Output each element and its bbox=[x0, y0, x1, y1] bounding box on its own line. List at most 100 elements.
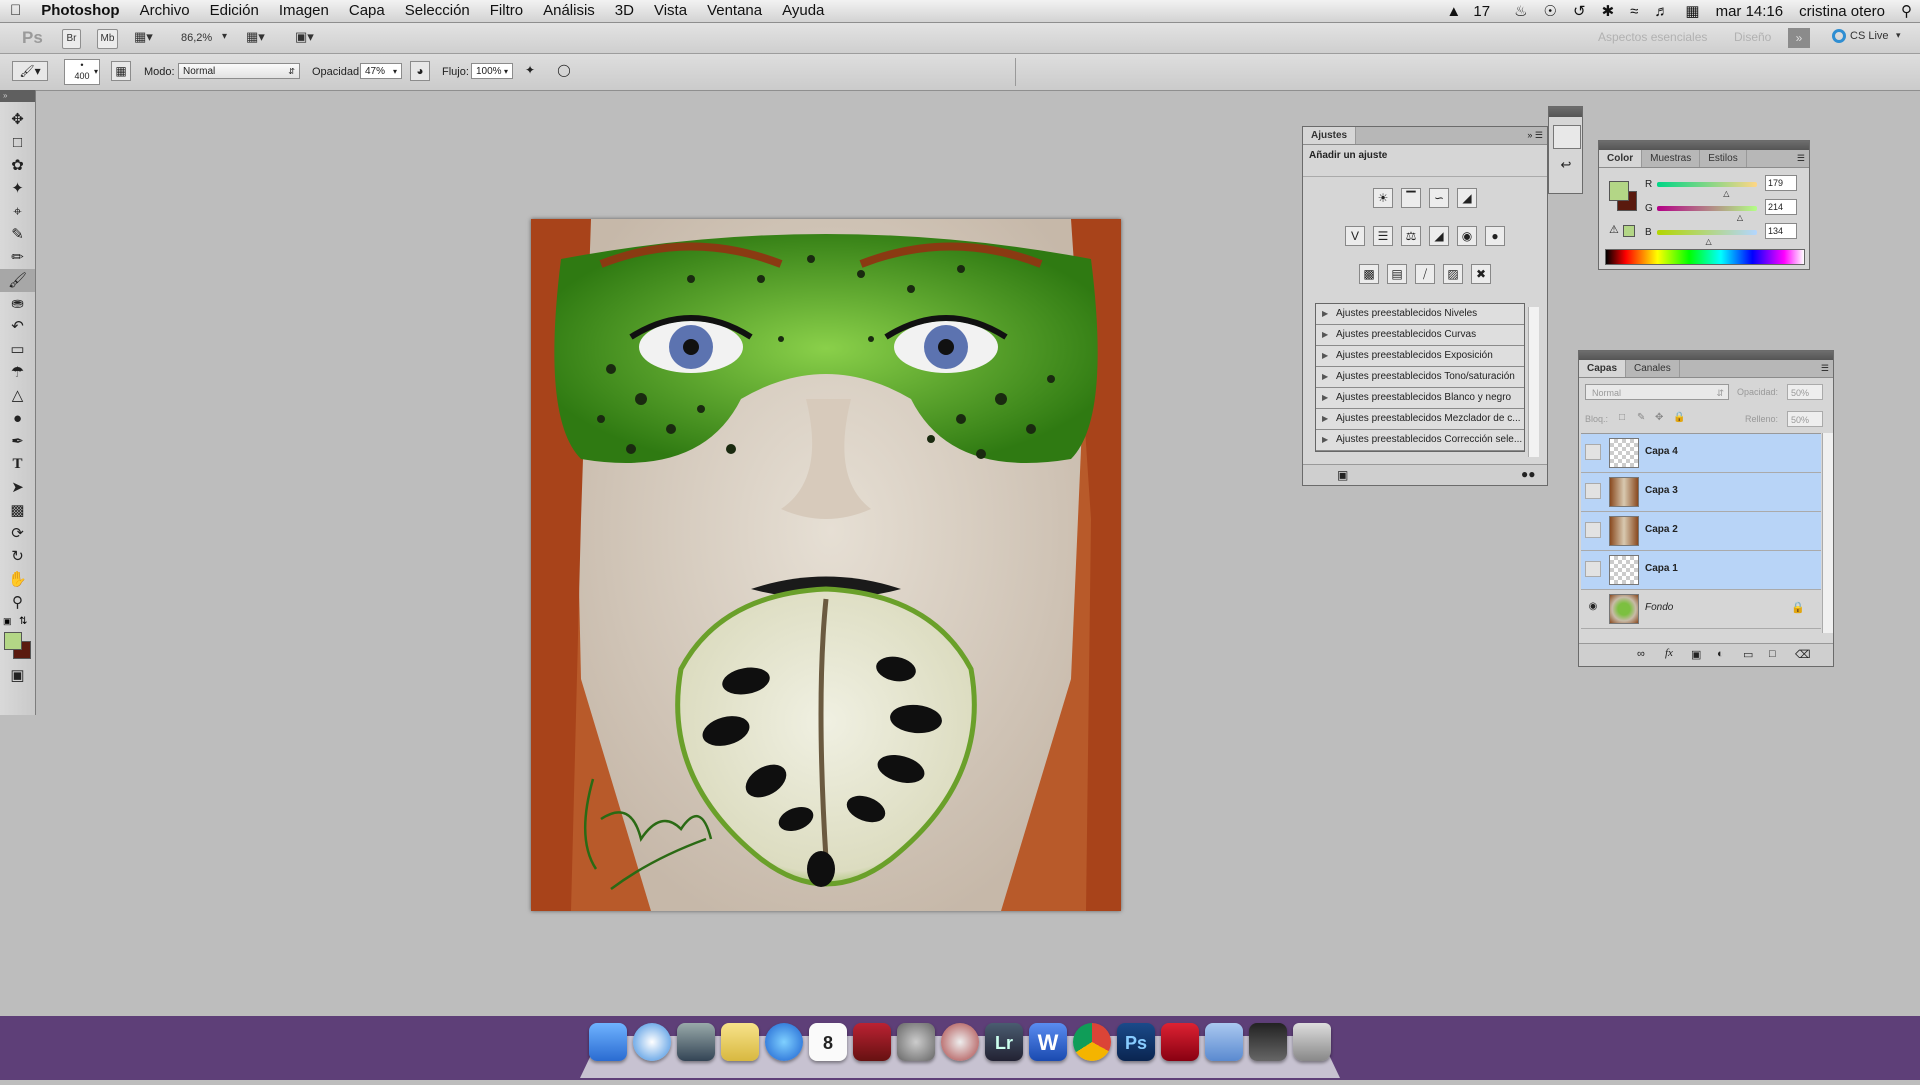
mini-bridge-button[interactable]: Mb bbox=[97, 29, 118, 49]
exposure-icon[interactable]: ◢ bbox=[1457, 188, 1477, 208]
selective-color-icon[interactable]: ✖ bbox=[1471, 264, 1491, 284]
layer-row[interactable]: ◉ Fondo 🔒 bbox=[1581, 590, 1821, 629]
menu-seleccion[interactable]: Selección bbox=[395, 0, 480, 22]
notes-icon[interactable] bbox=[721, 1023, 759, 1061]
tab-ajustes[interactable]: Ajustes bbox=[1303, 127, 1357, 144]
word-icon[interactable]: W bbox=[1029, 1023, 1067, 1061]
airbrush-icon[interactable]: ✦ bbox=[520, 61, 540, 81]
color-foreground-swatch[interactable] bbox=[1609, 181, 1629, 201]
gamut-warning-icon[interactable]: ⚠ bbox=[1609, 223, 1619, 236]
tab-estilos[interactable]: Estilos bbox=[1700, 150, 1747, 167]
blend-mode-select[interactable]: Normal ⇵ bbox=[1585, 384, 1729, 400]
wifi-icon[interactable]: ≈ bbox=[1622, 3, 1646, 20]
new-group-icon[interactable]: ▭ bbox=[1743, 648, 1753, 661]
invert-icon[interactable]: ▩ bbox=[1359, 264, 1379, 284]
r-value[interactable]: 179 bbox=[1765, 175, 1797, 191]
swap-colors-icon[interactable]: ⇅ bbox=[19, 616, 27, 627]
lock-transparency-icon[interactable]: □ bbox=[1619, 412, 1625, 423]
photoshop-icon[interactable]: Ps bbox=[1117, 1023, 1155, 1061]
b-slider[interactable] bbox=[1657, 230, 1757, 235]
layer-row[interactable]: Capa 1 bbox=[1581, 551, 1821, 590]
lock-position-icon[interactable]: ✥ bbox=[1655, 412, 1663, 423]
facetime-icon[interactable] bbox=[677, 1023, 715, 1061]
preview-icon[interactable] bbox=[1249, 1023, 1287, 1061]
spotlight-icon[interactable]: ⚲ bbox=[1893, 2, 1920, 20]
layer-opacity-field[interactable]: 50% bbox=[1787, 384, 1823, 400]
r-slider-thumb[interactable]: △ bbox=[1723, 189, 1729, 198]
blur-tool-icon[interactable]: △ bbox=[0, 384, 35, 407]
lock-all-icon[interactable]: 🔒 bbox=[1673, 412, 1685, 423]
channel-mixer-icon[interactable]: ● bbox=[1485, 226, 1505, 246]
tab-muestras[interactable]: Muestras bbox=[1642, 150, 1701, 167]
safari-icon[interactable] bbox=[633, 1023, 671, 1061]
visibility-toggle[interactable] bbox=[1585, 561, 1601, 577]
cs-live-dropdown-icon[interactable]: ▾ bbox=[1896, 30, 1901, 41]
zoom-level[interactable]: 86,2% bbox=[181, 32, 212, 44]
gradient-map-icon[interactable]: ▨ bbox=[1443, 264, 1463, 284]
collapsed-panel-header[interactable] bbox=[1549, 107, 1582, 117]
layer-row[interactable]: Capa 2 bbox=[1581, 512, 1821, 551]
preset-curves[interactable]: Ajustes preestablecidos Curvas bbox=[1316, 325, 1524, 346]
3d-rotate-tool-icon[interactable]: ⟳ bbox=[0, 522, 35, 545]
3d-orbit-tool-icon[interactable]: ↻ bbox=[0, 545, 35, 568]
eye-icon[interactable]: ◉ bbox=[1585, 600, 1601, 616]
vibrance-icon[interactable]: V bbox=[1345, 226, 1365, 246]
tab-canales[interactable]: Canales bbox=[1626, 360, 1680, 377]
layer-row[interactable]: Capa 4 bbox=[1581, 434, 1821, 473]
layers-panel-header[interactable] bbox=[1579, 351, 1833, 360]
app-menu[interactable]: Photoshop bbox=[31, 0, 129, 22]
gamut-swatch[interactable] bbox=[1623, 225, 1635, 237]
add-mask-icon[interactable]: ▣ bbox=[1691, 648, 1701, 661]
new-layer-icon[interactable]: □ bbox=[1769, 648, 1776, 660]
calendar-status-icon[interactable]: ▦ bbox=[1677, 2, 1707, 20]
tab-capas[interactable]: Capas bbox=[1579, 360, 1627, 377]
panel-menu-icon[interactable]: » ☰ bbox=[1527, 127, 1547, 144]
presets-scrollbar[interactable] bbox=[1528, 307, 1539, 457]
path-selection-tool-icon[interactable]: ➤ bbox=[0, 476, 35, 499]
layers-scrollbar[interactable] bbox=[1822, 433, 1833, 633]
b-value[interactable]: 134 bbox=[1765, 223, 1797, 239]
menu-ventana[interactable]: Ventana bbox=[697, 0, 772, 22]
eraser-tool-icon[interactable]: ▭ bbox=[0, 338, 35, 361]
bluetooth-icon[interactable]: ✱ bbox=[1594, 2, 1623, 20]
move-tool-icon[interactable]: ✥ bbox=[0, 108, 35, 131]
actions-panel-icon[interactable]: ↩ bbox=[1553, 157, 1579, 179]
link-layers-icon[interactable]: ∞ bbox=[1637, 648, 1645, 660]
b-slider-thumb[interactable]: △ bbox=[1706, 237, 1712, 246]
layers-panel-menu-icon[interactable]: ☰ bbox=[1821, 360, 1833, 377]
time-machine-icon[interactable] bbox=[941, 1023, 979, 1061]
quick-selection-tool-icon[interactable]: ✦ bbox=[0, 177, 35, 200]
r-slider[interactable] bbox=[1657, 182, 1757, 187]
preset-selective-color[interactable]: Ajustes preestablecidos Corrección sele.… bbox=[1316, 430, 1524, 451]
zoom-dropdown-icon[interactable]: ▾ bbox=[222, 31, 227, 42]
tablet-pressure-opacity-icon[interactable]: ◕ bbox=[410, 61, 430, 81]
visibility-toggle[interactable] bbox=[1585, 483, 1601, 499]
marquee-tool-icon[interactable]: □ bbox=[0, 131, 35, 154]
g-slider-thumb[interactable]: △ bbox=[1737, 213, 1743, 222]
clock[interactable]: mar 14:16 bbox=[1708, 3, 1792, 20]
flow-field[interactable]: 100% ▾ bbox=[471, 63, 513, 79]
black-white-icon[interactable]: ◢ bbox=[1429, 226, 1449, 246]
brush-tool-icon[interactable]: 🖌 bbox=[0, 269, 35, 292]
color-balance-icon[interactable]: ⚖ bbox=[1401, 226, 1421, 246]
workspace-essentials[interactable]: Aspectos esenciales bbox=[1598, 30, 1707, 44]
arrange-documents-icon[interactable]: ▦▾ bbox=[246, 29, 265, 45]
quick-mask-icon[interactable]: ▣ bbox=[0, 664, 35, 687]
zoom-tool-icon[interactable]: ⚲ bbox=[0, 591, 35, 614]
clip-to-layer-icon[interactable]: ▣ bbox=[1337, 468, 1348, 482]
color-panel-header[interactable] bbox=[1599, 141, 1809, 150]
default-colors-icon[interactable]: ▣ bbox=[3, 616, 12, 627]
delete-layer-icon[interactable]: ⌫ bbox=[1795, 648, 1811, 661]
system-preferences-icon[interactable] bbox=[897, 1023, 935, 1061]
threshold-icon[interactable]: ⧸ bbox=[1415, 264, 1435, 284]
lightroom-icon[interactable]: Lr bbox=[985, 1023, 1023, 1061]
pen-tool-icon[interactable]: ✒ bbox=[0, 430, 35, 453]
menu-filtro[interactable]: Filtro bbox=[480, 0, 533, 22]
acrobat-icon[interactable] bbox=[1161, 1023, 1199, 1061]
hand-tool-icon[interactable]: ✋ bbox=[0, 568, 35, 591]
curves-icon[interactable]: ∽ bbox=[1429, 188, 1449, 208]
posterize-icon[interactable]: ▤ bbox=[1387, 264, 1407, 284]
menu-imagen[interactable]: Imagen bbox=[269, 0, 339, 22]
menu-analisis[interactable]: Análisis bbox=[533, 0, 605, 22]
lock-pixels-icon[interactable]: ✎ bbox=[1637, 412, 1645, 423]
